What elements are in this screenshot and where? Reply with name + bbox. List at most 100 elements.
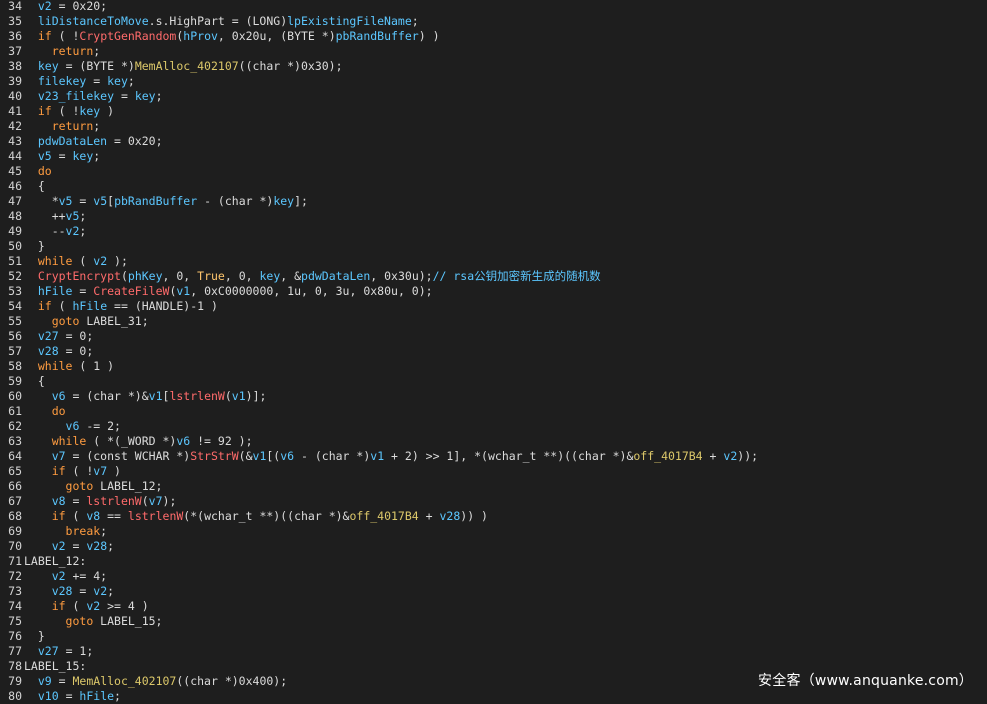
code-line[interactable]: 71 LABEL_12: — [0, 554, 987, 569]
api-function[interactable]: CryptGenRandom — [79, 29, 176, 43]
keyword[interactable]: do — [38, 164, 52, 178]
code-line[interactable]: 55 goto LABEL_31; — [0, 314, 987, 329]
code-line[interactable]: 59 { — [0, 374, 987, 389]
variable[interactable]: pbRandBuffer — [114, 194, 197, 208]
code-line[interactable]: 44 v5 = key; — [0, 149, 987, 164]
keyword[interactable]: if — [38, 299, 52, 313]
variable[interactable]: key — [73, 149, 94, 163]
variable[interactable]: hFile — [73, 299, 108, 313]
code-line[interactable]: 36 if ( !CryptGenRandom(hProv, 0x20u, (B… — [0, 29, 987, 44]
keyword[interactable]: if — [52, 599, 66, 613]
api-function[interactable]: lstrlenW — [86, 494, 141, 508]
global-symbol[interactable]: MemAlloc_402107 — [73, 674, 177, 688]
variable[interactable]: v6 — [66, 419, 80, 433]
variable[interactable]: v2 — [52, 569, 66, 583]
global-symbol[interactable]: MemAlloc_402107 — [135, 59, 239, 73]
variable[interactable]: v28 — [38, 344, 59, 358]
code-line[interactable]: 48 ++v5; — [0, 209, 987, 224]
keyword[interactable]: return — [52, 44, 94, 58]
variable[interactable]: v2 — [93, 254, 107, 268]
code-line[interactable]: 63 while ( *(_WORD *)v6 != 92 ); — [0, 434, 987, 449]
variable[interactable]: v27 — [38, 644, 59, 658]
variable[interactable]: v28 — [52, 584, 73, 598]
api-function[interactable]: lstrlenW — [128, 509, 183, 523]
keyword[interactable]: return — [52, 119, 94, 133]
variable[interactable]: v7 — [52, 449, 66, 463]
code-line[interactable]: 40 v23_filekey = key; — [0, 89, 987, 104]
keyword[interactable]: while — [52, 434, 87, 448]
variable[interactable]: key — [107, 74, 128, 88]
keyword[interactable]: goto — [52, 314, 80, 328]
code-line[interactable]: 61 do — [0, 404, 987, 419]
variable[interactable]: v2 — [86, 599, 100, 613]
pseudocode-view[interactable]: 34 v2 = 0x20; 35 liDistanceToMove.s.HighP… — [0, 0, 987, 704]
code-line[interactable]: 47 *v5 = v5[pbRandBuffer - (char *)key]; — [0, 194, 987, 209]
code-line[interactable]: 80 v10 = hFile; — [0, 689, 987, 704]
code-line[interactable]: 68 if ( v8 == lstrlenW(*(wchar_t **)((ch… — [0, 509, 987, 524]
code-line[interactable]: 53 hFile = CreateFileW(v1, 0xC0000000, 1… — [0, 284, 987, 299]
variable[interactable]: key — [273, 194, 294, 208]
variable[interactable]: v6 — [52, 389, 66, 403]
variable[interactable]: v7 — [93, 464, 107, 478]
code-line[interactable]: 58 while ( 1 ) — [0, 359, 987, 374]
variable[interactable]: phKey — [128, 269, 163, 283]
code-line[interactable]: 76 } — [0, 629, 987, 644]
keyword[interactable]: while — [38, 359, 73, 373]
variable[interactable]: v23_filekey — [38, 89, 114, 103]
keyword[interactable]: if — [38, 29, 52, 43]
code-line[interactable]: 35 liDistanceToMove.s.HighPart = (LONG)l… — [0, 14, 987, 29]
code-line[interactable]: 50 } — [0, 239, 987, 254]
variable[interactable]: key — [38, 59, 59, 73]
code-line[interactable]: 67 v8 = lstrlenW(v7); — [0, 494, 987, 509]
code-line[interactable]: 39 filekey = key; — [0, 74, 987, 89]
code-line[interactable]: 62 v6 -= 2; — [0, 419, 987, 434]
keyword[interactable]: do — [52, 404, 66, 418]
variable[interactable]: v1 — [149, 389, 163, 403]
variable[interactable]: lpExistingFileName — [287, 14, 412, 28]
keyword[interactable]: if — [52, 464, 66, 478]
global-symbol[interactable]: off_4017B4 — [633, 449, 702, 463]
code-line[interactable]: 74 if ( v2 >= 4 ) — [0, 599, 987, 614]
variable[interactable]: v1 — [232, 389, 246, 403]
variable[interactable]: hProv — [183, 29, 218, 43]
variable[interactable]: v1 — [370, 449, 384, 463]
variable[interactable]: filekey — [38, 74, 86, 88]
code-line[interactable]: 34 v2 = 0x20; — [0, 0, 987, 14]
code-line[interactable]: 69 break; — [0, 524, 987, 539]
variable[interactable]: hFile — [38, 284, 73, 298]
variable[interactable]: v5 — [59, 194, 73, 208]
code-line[interactable]: 56 v27 = 0; — [0, 329, 987, 344]
code-line[interactable]: 73 v28 = v2; — [0, 584, 987, 599]
code-line[interactable]: 49 --v2; — [0, 224, 987, 239]
api-function[interactable]: CreateFileW — [93, 284, 169, 298]
variable[interactable]: key — [259, 269, 280, 283]
keyword[interactable]: goto — [66, 479, 94, 493]
constant[interactable]: True — [197, 269, 225, 283]
code-line[interactable]: 46 { — [0, 179, 987, 194]
code-line[interactable]: 66 goto LABEL_12; — [0, 479, 987, 494]
variable[interactable]: v5 — [66, 209, 80, 223]
variable[interactable]: v6 — [280, 449, 294, 463]
variable[interactable]: v2 — [93, 584, 107, 598]
code-line[interactable]: 42 return; — [0, 119, 987, 134]
code-line[interactable]: 41 if ( !key ) — [0, 104, 987, 119]
variable[interactable]: v1 — [253, 449, 267, 463]
variable[interactable]: v8 — [86, 509, 100, 523]
keyword[interactable]: if — [52, 509, 66, 523]
keyword[interactable]: while — [38, 254, 73, 268]
variable[interactable]: v6 — [176, 434, 190, 448]
variable[interactable]: v2 — [66, 224, 80, 238]
variable[interactable]: pdwDataLen — [38, 134, 107, 148]
variable[interactable]: v10 — [38, 689, 59, 703]
api-function[interactable]: lstrlenW — [169, 389, 224, 403]
variable[interactable]: v27 — [38, 329, 59, 343]
api-function[interactable]: CryptEncrypt — [38, 269, 121, 283]
variable[interactable]: key — [79, 104, 100, 118]
variable[interactable]: v28 — [86, 539, 107, 553]
variable[interactable]: v7 — [149, 494, 163, 508]
variable[interactable]: v2 — [52, 539, 66, 553]
code-line[interactable]: 43 pdwDataLen = 0x20; — [0, 134, 987, 149]
code-line[interactable]: 37 return; — [0, 44, 987, 59]
variable[interactable]: pbRandBuffer — [336, 29, 419, 43]
variable[interactable]: v8 — [52, 494, 66, 508]
